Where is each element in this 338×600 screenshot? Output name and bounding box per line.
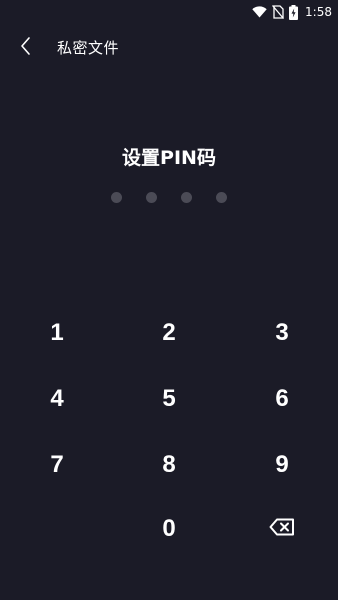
key-5[interactable]: 5 xyxy=(124,371,214,427)
backspace-button[interactable] xyxy=(237,501,327,557)
pin-dot xyxy=(146,192,157,203)
wifi-icon xyxy=(252,6,267,18)
status-icons: 1:58 xyxy=(252,4,332,20)
pin-title: 设置PIN码 xyxy=(122,147,216,169)
key-7[interactable]: 7 xyxy=(12,437,102,493)
status-bar: 1:58 xyxy=(0,0,338,24)
key-8[interactable]: 8 xyxy=(124,437,214,493)
pin-dots xyxy=(0,192,338,204)
page-title: 私密文件 xyxy=(57,39,120,57)
key-empty xyxy=(12,501,102,557)
key-3[interactable]: 3 xyxy=(237,305,327,361)
key-2[interactable]: 2 xyxy=(124,305,214,361)
pin-dot xyxy=(216,192,227,203)
header: 私密文件 xyxy=(0,28,338,68)
key-9[interactable]: 9 xyxy=(237,437,327,493)
no-sim-icon xyxy=(272,5,285,19)
pin-dot xyxy=(111,192,122,203)
keypad: 1 2 3 4 5 6 7 8 9 0 xyxy=(0,300,338,564)
pin-dot xyxy=(181,192,192,203)
backspace-icon xyxy=(269,515,295,543)
key-6[interactable]: 6 xyxy=(237,371,327,427)
key-0[interactable]: 0 xyxy=(124,501,214,557)
key-4[interactable]: 4 xyxy=(12,371,102,427)
chevron-left-icon xyxy=(20,36,32,60)
back-button[interactable] xyxy=(10,32,42,64)
battery-charging-icon xyxy=(289,4,299,20)
status-time: 1:58 xyxy=(305,5,332,19)
key-1[interactable]: 1 xyxy=(12,305,102,361)
